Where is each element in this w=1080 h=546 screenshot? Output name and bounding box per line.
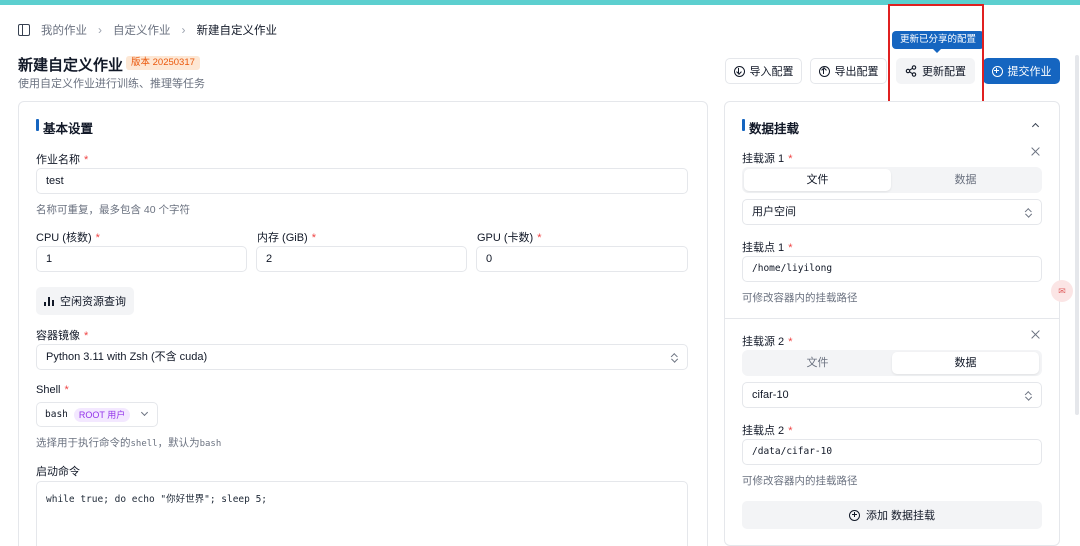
mount-source-2-tab-data[interactable]: 数据 <box>892 352 1039 374</box>
submit-job-label: 提交作业 <box>1007 66 1052 78</box>
mount-source-2-select[interactable]: cifar-10 <box>742 382 1042 408</box>
job-name-label: 作业名称 * <box>36 154 89 166</box>
breadcrumb: 我的作业 › 自定义作业 › 新建自定义作业 <box>18 22 277 38</box>
chevron-up-down-icon <box>1025 391 1031 400</box>
import-config-label: 导入配置 <box>749 66 794 78</box>
mount-source-2-type-toggle: 文件 数据 <box>742 350 1042 376</box>
share-icon <box>905 65 917 77</box>
mount-point-1-hint: 可修改容器内的挂载路径 <box>742 292 858 304</box>
chevron-right-icon: › <box>181 23 186 37</box>
mount-source-2-select-value: cifar-10 <box>752 389 789 401</box>
gpu-label: GPU (卡数) * <box>477 232 542 244</box>
update-config-label: 更新配置 <box>922 66 966 78</box>
mount-point-2-hint: 可修改容器内的挂载路径 <box>742 475 858 487</box>
breadcrumb-item-my-jobs[interactable]: 我的作业 <box>41 22 87 38</box>
mount-point-1-label: 挂载点 1 * <box>742 242 793 254</box>
shell-select[interactable]: bash ROOT 用户 <box>36 402 158 427</box>
command-value: while true; do echo "你好世界"; sleep 5; <box>46 494 268 505</box>
breadcrumb-current: 新建自定义作业 <box>196 25 278 37</box>
basic-settings-title: 基本设置 <box>36 118 93 137</box>
mount-source-1-type-toggle: 文件 数据 <box>742 167 1042 193</box>
export-config-button[interactable]: 导出配置 <box>810 58 887 84</box>
chevron-up-down-icon <box>671 353 677 362</box>
plus-circle-icon <box>848 509 860 521</box>
mount-divider <box>724 318 1060 319</box>
job-name-input[interactable]: test <box>36 168 688 194</box>
idle-resource-query-label: 空闲资源查询 <box>60 296 126 308</box>
breadcrumb-item-custom-jobs[interactable]: 自定义作业 <box>113 22 171 38</box>
data-mount-title: 数据挂载 <box>742 118 799 137</box>
mount-source-2-tab-file[interactable]: 文件 <box>744 352 891 374</box>
update-config-button[interactable]: 更新配置 <box>896 58 975 84</box>
mount-source-1-select[interactable]: 用户空间 <box>742 199 1042 225</box>
page-title: 新建自定义作业 <box>18 57 124 74</box>
export-icon <box>818 65 830 77</box>
top-accent-bar <box>0 0 1080 5</box>
floating-assistant-icon[interactable]: ✉ <box>1051 280 1073 302</box>
image-select[interactable]: Python 3.11 with Zsh (不含 cuda) <box>36 344 688 370</box>
page-subtitle: 使用自定义作业进行训练、推理等任务 <box>18 78 205 90</box>
plus-circle-icon <box>991 65 1003 77</box>
mount-source-1-select-value: 用户空间 <box>752 206 796 218</box>
image-label: 容器镜像 * <box>36 330 89 342</box>
command-textarea[interactable]: while true; do echo "你好世界"; sleep 5; <box>36 481 688 546</box>
root-user-badge: ROOT 用户 <box>73 407 131 422</box>
export-config-label: 导出配置 <box>834 66 879 78</box>
shell-label: Shell * <box>36 384 69 396</box>
cpu-label: CPU (核数) * <box>36 232 100 244</box>
scrollbar[interactable] <box>1075 55 1079 415</box>
idle-resource-query-button[interactable]: 空闲资源查询 <box>36 287 134 315</box>
submit-job-button[interactable]: 提交作业 <box>983 58 1060 84</box>
mount-source-1-tab-data[interactable]: 数据 <box>892 169 1039 191</box>
command-label: 启动命令 <box>36 466 80 478</box>
mount-source-2-label: 挂载源 2 * <box>742 336 793 348</box>
chevron-up-down-icon <box>1025 208 1031 217</box>
memory-label: 内存 (GiB) * <box>257 232 317 244</box>
shell-hint: 选择用于执行命令的shell，默认为bash <box>36 437 222 449</box>
job-name-hint: 名称可重复，最多包含 40 个字符 <box>36 204 191 216</box>
sidebar-toggle-icon[interactable] <box>18 24 30 36</box>
update-config-tooltip: 更新已分享的配置 <box>892 31 985 53</box>
bar-chart-icon <box>44 296 54 306</box>
import-config-button[interactable]: 导入配置 <box>725 58 802 84</box>
memory-input[interactable]: 2 <box>256 246 467 272</box>
mount-point-2-label: 挂载点 2 * <box>742 425 793 437</box>
add-data-mount-label: 添加 数据挂载 <box>865 510 936 522</box>
import-icon <box>733 65 745 77</box>
chevron-down-icon <box>140 408 149 417</box>
add-data-mount-button[interactable]: 添加 数据挂载 <box>742 501 1042 529</box>
mount-point-2-input[interactable]: /data/cifar-10 <box>742 439 1042 465</box>
close-icon[interactable] <box>1031 147 1040 156</box>
close-icon[interactable] <box>1031 330 1040 339</box>
cpu-input[interactable]: 1 <box>36 246 247 272</box>
gpu-input[interactable]: 0 <box>476 246 688 272</box>
mount-source-1-label: 挂载源 1 * <box>742 153 793 165</box>
chevron-right-icon: › <box>98 23 102 37</box>
shell-value: bash <box>45 409 68 420</box>
mount-source-1-tab-file[interactable]: 文件 <box>744 169 891 191</box>
version-badge: 版本 20250317 <box>126 56 200 70</box>
image-select-value: Python 3.11 with Zsh (不含 cuda) <box>46 351 208 363</box>
mount-point-1-input[interactable]: /home/liyilong <box>742 256 1042 282</box>
